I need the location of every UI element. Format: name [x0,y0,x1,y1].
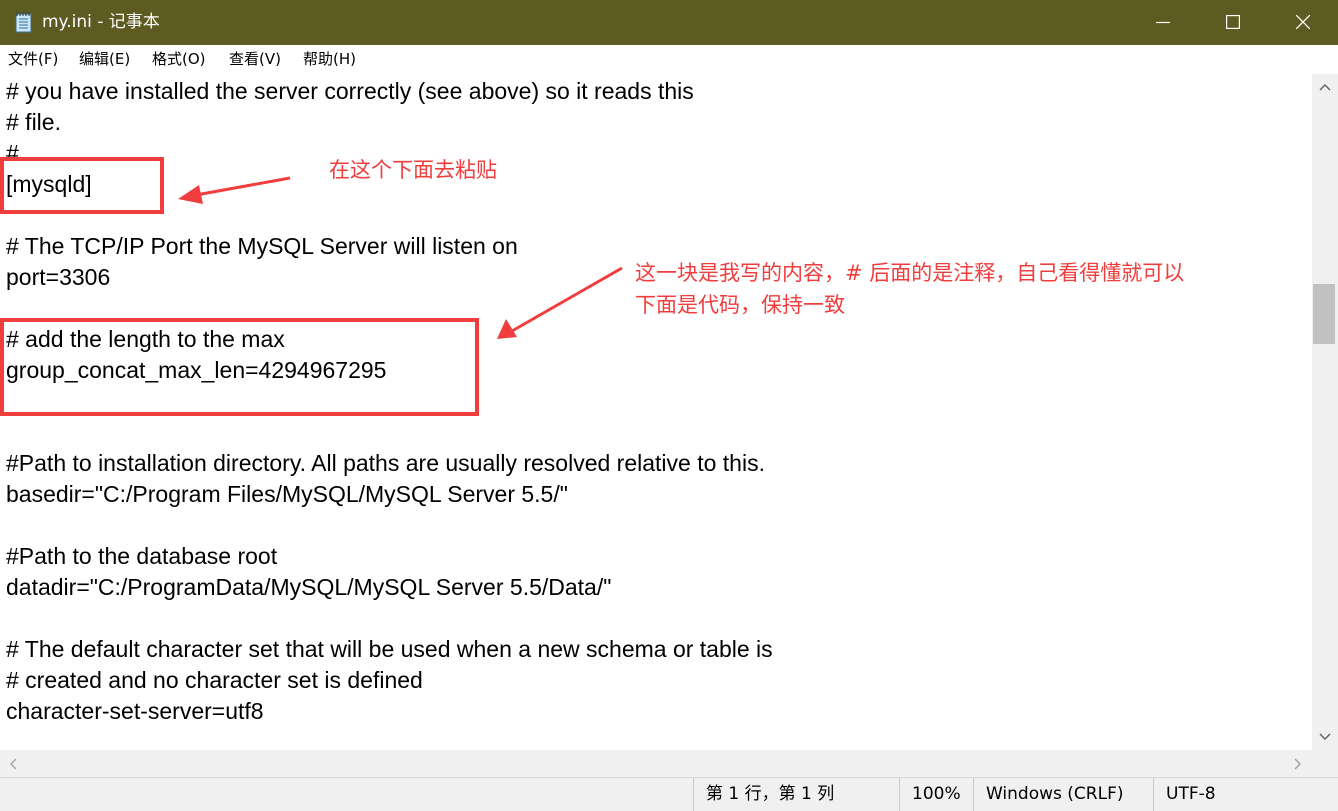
annotation-note-keep-consistent: 下面是代码，保持一致 [635,293,845,317]
editor-line: datadir="C:/ProgramData/MySQL/MySQL Serv… [6,574,612,600]
menu-format[interactable]: 格式(O) [152,49,206,70]
status-zoom: 100% [899,778,973,811]
maximize-icon [1226,15,1240,29]
annotation-note-explanation: 这一块是我写的内容，# 后面的是注释，自己看得懂就可以 [635,261,1185,285]
editor-line: #Path to the database root [6,543,278,569]
menu-help[interactable]: 帮助(H) [303,49,356,70]
scroll-up-icon[interactable] [1315,78,1335,98]
editor-line: # add the length to the max [6,326,285,352]
status-encoding: UTF-8 [1153,778,1338,811]
minimize-icon [1156,21,1170,24]
horizontal-scrollbar[interactable] [0,750,1312,777]
editor-line: basedir="C:/Program Files/MySQL/MySQL Se… [6,481,568,507]
title-bar[interactable]: my.ini - 记事本 [0,0,1338,45]
window-title: my.ini - 记事本 [42,12,160,32]
annotation-note-paste-here: 在这个下面去粘贴 [329,158,497,182]
maximize-button[interactable] [1198,0,1268,45]
minimize-button[interactable] [1128,0,1198,45]
editor-line: # you have installed the server correctl… [6,78,694,104]
menu-edit[interactable]: 编辑(E) [79,49,130,70]
vertical-scroll-thumb[interactable] [1313,284,1335,344]
editor-line: #Path to installation directory. All pat… [6,450,765,476]
editor-line: # file. [6,109,61,135]
close-button[interactable] [1268,0,1338,45]
menu-view[interactable]: 查看(V) [229,49,281,70]
scroll-left-icon[interactable] [4,754,24,774]
text-editor[interactable]: # you have installed the server correctl… [0,74,1312,750]
editor-line: # The default character set that will be… [6,636,773,662]
editor-line: [mysqld] [6,171,92,197]
editor-line: character-set-server=utf8 [6,698,264,724]
editor-line: group_concat_max_len=4294967295 [6,357,387,383]
status-line-ending: Windows (CRLF) [973,778,1153,811]
scroll-right-icon[interactable] [1287,754,1307,774]
editor-line: # [6,140,19,166]
editor-line: # created and no character set is define… [6,667,423,693]
status-bar: 第 1 行，第 1 列 100% Windows (CRLF) UTF-8 [0,777,1338,811]
status-cursor-position: 第 1 行，第 1 列 [693,778,899,811]
editor-line: # The TCP/IP Port the MySQL Server will … [6,233,518,259]
editor-line: port=3306 [6,264,111,290]
close-icon [1296,15,1310,29]
scroll-down-icon[interactable] [1315,726,1335,746]
menu-bar: 文件(F) 编辑(E) 格式(O) 查看(V) 帮助(H) [0,45,1338,74]
scrollbar-corner [1312,750,1338,777]
vertical-scrollbar[interactable] [1312,74,1338,750]
notepad-icon [15,12,32,33]
menu-file[interactable]: 文件(F) [8,49,58,70]
